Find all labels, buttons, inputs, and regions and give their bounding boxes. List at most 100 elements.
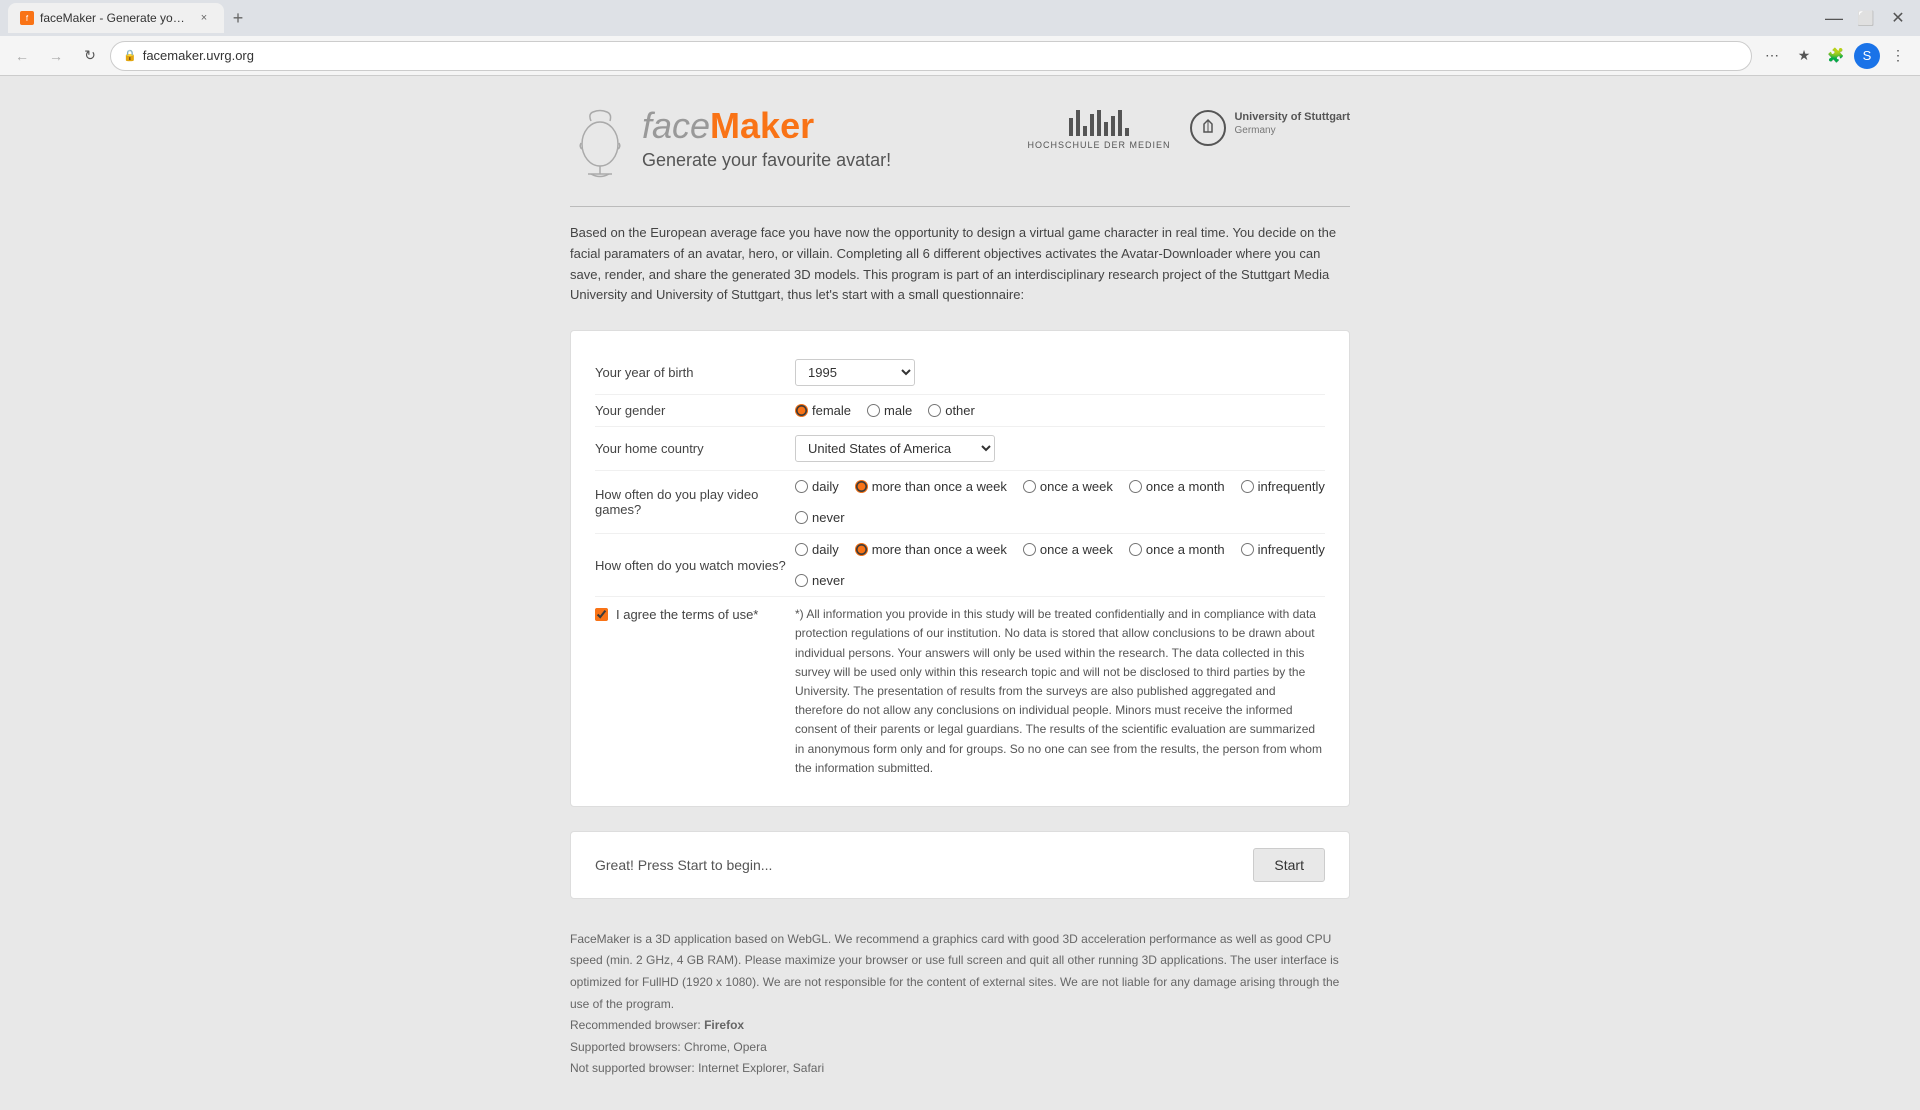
mov-once-week-radio[interactable] bbox=[1023, 543, 1036, 556]
video-games-row: How often do you play video games? daily… bbox=[595, 471, 1325, 534]
vg-once-week-radio[interactable] bbox=[1023, 480, 1036, 493]
hdm-bar-5 bbox=[1097, 110, 1101, 136]
terms-row: I agree the terms of use* *) All informa… bbox=[595, 597, 1325, 786]
menu-icon[interactable]: ⋮ bbox=[1884, 42, 1912, 70]
footer-supported-browsers: Supported browsers: Chrome, Opera bbox=[570, 1037, 1350, 1059]
mov-once-month-option[interactable]: once a month bbox=[1129, 542, 1225, 557]
vg-once-week-label: once a week bbox=[1040, 479, 1113, 494]
tab-close-button[interactable]: × bbox=[196, 10, 212, 26]
extensions-icon[interactable]: ⋯ bbox=[1758, 42, 1786, 70]
year-of-birth-row: Your year of birth 1995 1990 1985 1980 2… bbox=[595, 351, 1325, 395]
mov-infrequently-option[interactable]: infrequently bbox=[1241, 542, 1325, 557]
window-close[interactable]: ✕ bbox=[1884, 4, 1912, 32]
vg-more-than-once-week-option[interactable]: more than once a week bbox=[855, 479, 1007, 494]
gender-male-radio[interactable] bbox=[867, 404, 880, 417]
movies-control: daily more than once a week once a week … bbox=[795, 542, 1325, 588]
browser-tab[interactable]: f faceMaker - Generate your favo... × bbox=[8, 3, 224, 33]
mov-more-than-once-week-radio[interactable] bbox=[855, 543, 868, 556]
gender-male-option[interactable]: male bbox=[867, 403, 912, 418]
page-content: faceMaker Generate your favourite avatar… bbox=[0, 76, 1920, 1110]
vg-infrequently-option[interactable]: infrequently bbox=[1241, 479, 1325, 494]
description-text: Based on the European average face you h… bbox=[570, 223, 1350, 306]
puzzle-icon[interactable]: 🧩 bbox=[1822, 42, 1850, 70]
country-label: Your home country bbox=[595, 441, 795, 456]
window-restore[interactable]: ⬜ bbox=[1852, 4, 1880, 32]
uni-name-section: University of Stuttgart Germany bbox=[1234, 110, 1350, 136]
mov-infrequently-radio[interactable] bbox=[1241, 543, 1254, 556]
movies-label: How often do you watch movies? bbox=[595, 558, 795, 573]
mov-once-month-label: once a month bbox=[1146, 542, 1225, 557]
back-button[interactable]: ← bbox=[8, 42, 36, 70]
tab-favicon: f bbox=[20, 11, 34, 25]
mov-infrequently-label: infrequently bbox=[1258, 542, 1325, 557]
footer-not-supported-browsers: Not supported browser: Internet Explorer… bbox=[570, 1058, 1350, 1080]
header-divider bbox=[570, 206, 1350, 207]
gender-female-label: female bbox=[812, 403, 851, 418]
bookmark-icon[interactable]: ★ bbox=[1790, 42, 1818, 70]
uni-logo-emblem bbox=[1190, 110, 1226, 146]
new-tab-button[interactable]: + bbox=[224, 4, 252, 32]
video-games-control: daily more than once a week once a week … bbox=[795, 479, 1325, 525]
video-games-label: How often do you play video games? bbox=[595, 487, 795, 517]
gender-other-option[interactable]: other bbox=[928, 403, 975, 418]
page-footer: FaceMaker is a 3D application based on W… bbox=[570, 929, 1350, 1080]
vg-never-option[interactable]: never bbox=[795, 510, 845, 525]
gender-female-option[interactable]: female bbox=[795, 403, 851, 418]
hdm-bar-6 bbox=[1104, 122, 1108, 136]
mov-never-radio[interactable] bbox=[795, 574, 808, 587]
footer-rec-browser-label: Recommended browser: bbox=[570, 1018, 704, 1032]
footer-recommended-browser: Recommended browser: Firefox bbox=[570, 1015, 1350, 1037]
mov-once-month-radio[interactable] bbox=[1129, 543, 1142, 556]
address-text: facemaker.uvrg.org bbox=[143, 48, 1739, 63]
window-minimize[interactable]: — bbox=[1820, 4, 1848, 32]
address-bar[interactable]: 🔒 facemaker.uvrg.org bbox=[110, 41, 1752, 71]
vg-daily-option[interactable]: daily bbox=[795, 479, 839, 494]
hdm-logo: HOCHSCHULE DER MEDIEN bbox=[1027, 106, 1170, 150]
logo-text-section: faceMaker Generate your favourite avatar… bbox=[642, 106, 891, 171]
gender-control: female male other bbox=[795, 403, 1325, 418]
forward-button[interactable]: → bbox=[42, 42, 70, 70]
vg-once-month-radio[interactable] bbox=[1129, 480, 1142, 493]
vg-more-than-once-week-radio[interactable] bbox=[855, 480, 868, 493]
vg-once-week-option[interactable]: once a week bbox=[1023, 479, 1113, 494]
page-header: faceMaker Generate your favourite avatar… bbox=[570, 106, 1350, 186]
gender-label: Your gender bbox=[595, 403, 795, 418]
gender-other-label: other bbox=[945, 403, 975, 418]
logo-section: faceMaker Generate your favourite avatar… bbox=[570, 106, 891, 186]
vg-infrequently-radio[interactable] bbox=[1241, 480, 1254, 493]
mov-once-week-option[interactable]: once a week bbox=[1023, 542, 1113, 557]
uni-country-text: Germany bbox=[1234, 125, 1350, 136]
vg-never-radio[interactable] bbox=[795, 511, 808, 524]
mov-daily-label: daily bbox=[812, 542, 839, 557]
partner-logos: HOCHSCHULE DER MEDIEN University of Stut… bbox=[1027, 106, 1350, 150]
profile-icon[interactable]: S bbox=[1854, 43, 1880, 69]
year-of-birth-select[interactable]: 1995 1990 1985 1980 2000 2005 bbox=[795, 359, 915, 386]
vg-once-month-option[interactable]: once a month bbox=[1129, 479, 1225, 494]
mov-never-label: never bbox=[812, 573, 845, 588]
form-card: Your year of birth 1995 1990 1985 1980 2… bbox=[570, 330, 1350, 807]
mov-daily-radio[interactable] bbox=[795, 543, 808, 556]
mov-daily-option[interactable]: daily bbox=[795, 542, 839, 557]
footer-rec-browser-value: Firefox bbox=[704, 1018, 744, 1032]
mov-more-than-once-week-label: more than once a week bbox=[872, 542, 1007, 557]
refresh-button[interactable]: ↻ bbox=[76, 42, 104, 70]
mov-more-than-once-week-option[interactable]: more than once a week bbox=[855, 542, 1007, 557]
vg-daily-label: daily bbox=[812, 479, 839, 494]
hdm-bars bbox=[1069, 106, 1129, 136]
gender-female-radio[interactable] bbox=[795, 404, 808, 417]
lock-icon: 🔒 bbox=[123, 49, 137, 62]
vg-daily-radio[interactable] bbox=[795, 480, 808, 493]
country-select[interactable]: United States of America Germany United … bbox=[795, 435, 995, 462]
logo-maker-text: Maker bbox=[710, 105, 814, 146]
face-outline-icon bbox=[570, 106, 630, 186]
country-row: Your home country United States of Ameri… bbox=[595, 427, 1325, 471]
tab-title: faceMaker - Generate your favo... bbox=[40, 11, 190, 25]
mov-never-option[interactable]: never bbox=[795, 573, 845, 588]
hdm-name-text: HOCHSCHULE DER MEDIEN bbox=[1027, 140, 1170, 150]
start-button[interactable]: Start bbox=[1253, 848, 1325, 882]
terms-checkbox[interactable] bbox=[595, 608, 608, 621]
gender-other-radio[interactable] bbox=[928, 404, 941, 417]
browser-titlebar: f faceMaker - Generate your favo... × + … bbox=[0, 0, 1920, 36]
bottom-message-text: Great! Press Start to begin... bbox=[595, 857, 772, 873]
hdm-bar-7 bbox=[1111, 116, 1115, 136]
